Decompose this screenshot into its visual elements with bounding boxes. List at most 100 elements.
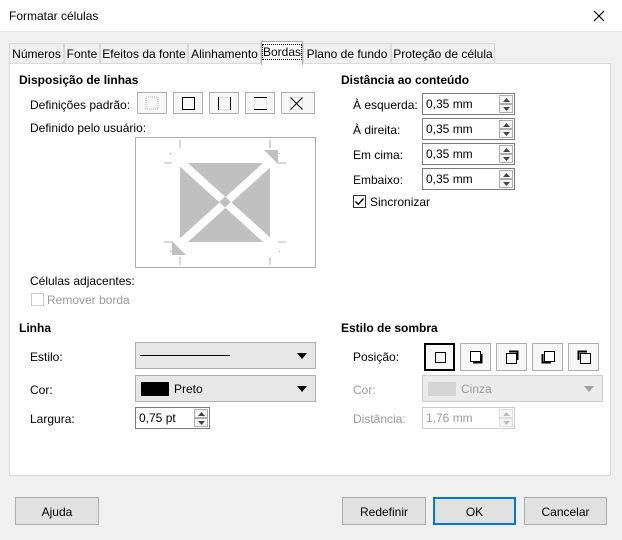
padding-header: Distância ao conteúdo [341, 73, 470, 87]
shadow-top-left-button[interactable] [568, 343, 599, 371]
tab-numeros[interactable]: Números [9, 43, 64, 64]
spin-up-button[interactable] [499, 170, 513, 179]
padding-right-label: À direita: [353, 123, 401, 137]
left-right-border-icon [218, 97, 231, 110]
padding-right-spinner[interactable]: 0,35 mm [422, 118, 515, 140]
line-color-value: Preto [174, 382, 203, 396]
spin-down-button[interactable] [499, 154, 513, 163]
line-style-label: Estilo: [30, 350, 63, 364]
spin-down-button[interactable] [499, 418, 513, 427]
shadow-distance-spinner[interactable]: 1,76 mm [422, 407, 515, 429]
spin-down-button[interactable] [499, 179, 513, 188]
chevron-down-icon [503, 132, 510, 136]
chevron-down-icon [503, 157, 510, 161]
shadow-bottom-right-icon [470, 351, 483, 364]
shadow-top-left-icon [577, 350, 591, 364]
shadow-top-right-button[interactable] [496, 343, 527, 371]
line-arrangement-header: Disposição de linhas [19, 73, 139, 87]
tab-alinhamento[interactable]: Alinhamento [188, 43, 261, 64]
padding-left-label: À esquerda: [353, 98, 418, 112]
chevron-down-icon [503, 107, 510, 111]
padding-top-label: Em cima: [353, 148, 404, 162]
help-button[interactable]: Ajuda [15, 497, 99, 525]
ok-button[interactable]: OK [433, 497, 516, 525]
line-width-spinner[interactable]: 0,75 pt [135, 407, 210, 429]
padding-bottom-spinner[interactable]: 0,35 mm [422, 168, 515, 190]
chevron-down-icon [198, 421, 205, 425]
padding-bottom-value: 0,35 mm [426, 172, 473, 186]
border-preview-graphic [164, 140, 286, 265]
chevron-down-icon [297, 353, 307, 359]
shadow-color-value: Cinza [461, 382, 492, 396]
remove-border-checkbox[interactable] [31, 293, 44, 306]
help-button-label: Ajuda [41, 505, 73, 519]
padding-bottom-label: Embaixo: [353, 173, 404, 187]
line-color-swatch [141, 382, 169, 396]
line-style-sample [140, 355, 230, 356]
tab-protecao-de-celula[interactable]: Proteção de célula [391, 43, 495, 64]
synchronize-label: Sincronizar [370, 195, 431, 209]
line-color-label: Cor: [30, 383, 53, 397]
cancel-button-label: Cancelar [541, 505, 590, 519]
remove-border-label: Remover borda [47, 293, 130, 307]
spin-up-button[interactable] [194, 409, 208, 418]
line-width-value: 0,75 pt [139, 411, 176, 425]
shadow-header: Estilo de sombra [341, 321, 438, 335]
diagonal-border-icon [290, 97, 303, 110]
shadow-position-label: Posição: [353, 350, 400, 364]
preset-left-right-button[interactable] [209, 92, 239, 114]
chevron-up-icon [503, 412, 510, 416]
no-shadow-icon [435, 352, 446, 363]
chevron-up-icon [503, 148, 510, 152]
synchronize-checkbox[interactable] [353, 195, 366, 208]
shadow-color-dropdown[interactable]: Cinza [422, 375, 603, 402]
chevron-down-icon [503, 421, 510, 425]
line-style-dropdown[interactable] [135, 342, 316, 369]
close-button[interactable] [576, 0, 622, 32]
chevron-down-icon [297, 386, 307, 392]
line-width-label: Largura: [30, 412, 75, 426]
shadow-distance-label: Distância: [353, 412, 406, 426]
padding-left-value: 0,35 mm [426, 97, 473, 111]
preset-outer-border-button[interactable] [173, 92, 203, 114]
shadow-none-button[interactable] [424, 343, 455, 371]
title-bar: Formatar células [0, 0, 622, 32]
line-header: Linha [19, 321, 51, 335]
chevron-up-icon [503, 123, 510, 127]
chevron-up-icon [503, 173, 510, 177]
spin-up-button[interactable] [499, 145, 513, 154]
window-title: Formatar células [9, 9, 99, 23]
shadow-bottom-right-button[interactable] [460, 343, 491, 371]
checkmark-icon [355, 198, 365, 206]
reset-button-label: Redefinir [359, 505, 409, 519]
border-preview[interactable] [135, 137, 316, 268]
user-defined-label: Definido pelo usuário: [30, 121, 147, 135]
shadow-bottom-left-icon [541, 351, 555, 364]
spin-up-button[interactable] [499, 409, 513, 418]
no-borders-icon [145, 96, 159, 110]
spin-down-button[interactable] [499, 104, 513, 113]
spin-up-button[interactable] [499, 120, 513, 129]
tab-efeitos-da-fonte[interactable]: Efeitos da fonte [100, 43, 188, 64]
spin-down-button[interactable] [194, 418, 208, 427]
ok-button-label: OK [465, 505, 484, 519]
preset-top-bottom-button[interactable] [245, 92, 275, 114]
tab-fonte[interactable]: Fonte [64, 43, 100, 64]
padding-left-spinner[interactable]: 0,35 mm [422, 93, 515, 115]
tab-bordas[interactable]: Bordas [261, 41, 303, 65]
padding-top-spinner[interactable]: 0,35 mm [422, 143, 515, 165]
preset-no-borders-button[interactable] [137, 92, 167, 114]
close-icon [593, 10, 605, 22]
chevron-down-icon [584, 386, 594, 392]
spin-up-button[interactable] [499, 95, 513, 104]
tab-plano-de-fundo[interactable]: Plano de fundo [303, 43, 391, 64]
shadow-color-label: Cor: [353, 383, 376, 397]
outer-border-icon [182, 97, 195, 110]
reset-button[interactable]: Redefinir [342, 497, 426, 525]
padding-right-value: 0,35 mm [426, 122, 473, 136]
cancel-button[interactable]: Cancelar [524, 497, 607, 525]
preset-diagonal-button[interactable] [281, 92, 315, 114]
line-color-dropdown[interactable]: Preto [135, 375, 316, 402]
shadow-bottom-left-button[interactable] [532, 343, 563, 371]
spin-down-button[interactable] [499, 129, 513, 138]
